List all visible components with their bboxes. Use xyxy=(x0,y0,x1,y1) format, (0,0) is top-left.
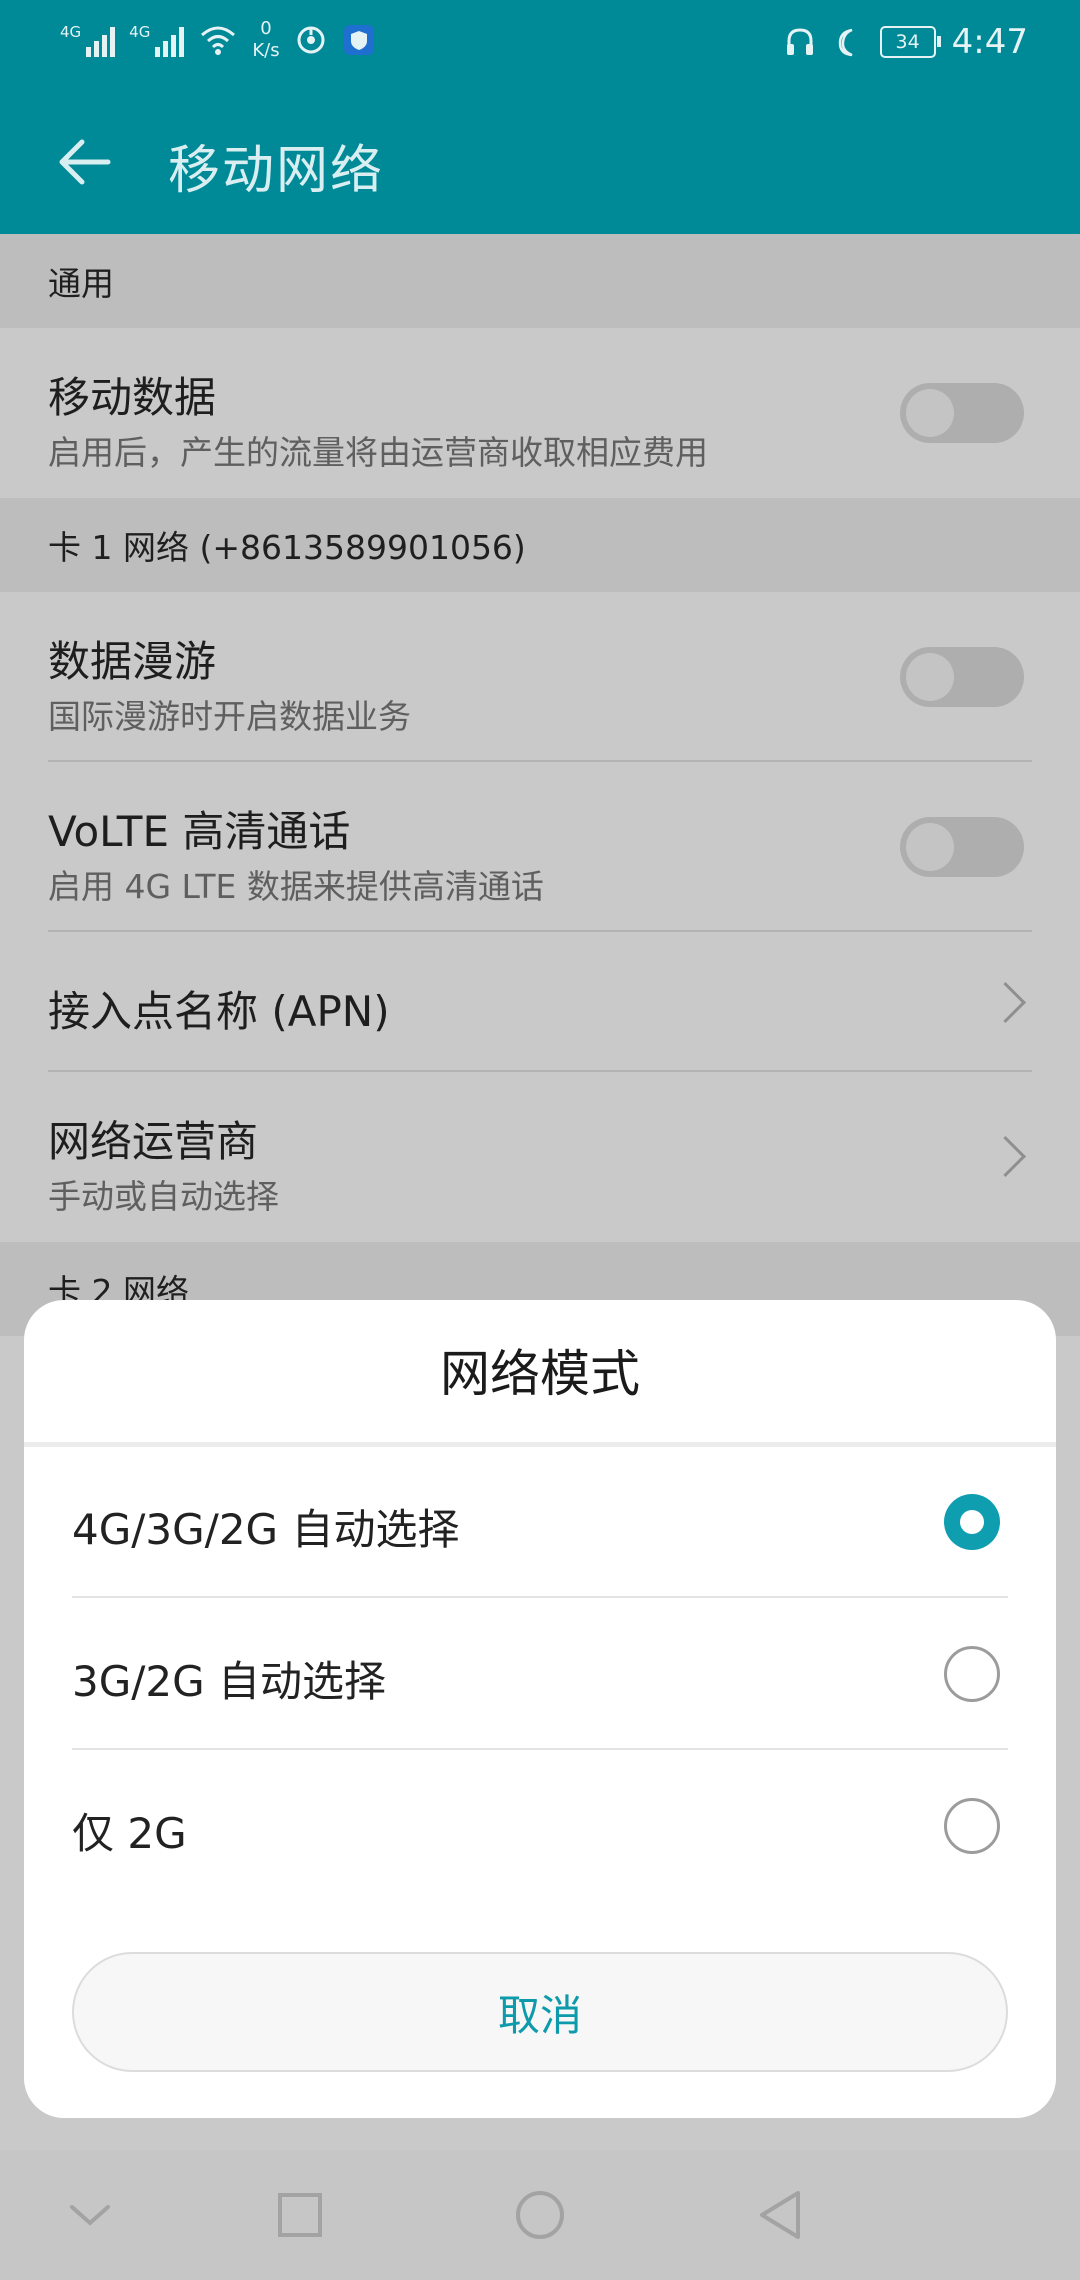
network-speed: 0 K/s xyxy=(252,18,280,61)
signal-icon-sim2: 4G xyxy=(129,23,185,57)
data-roaming-item[interactable]: 数据漫游 国际漫游时开启数据业务 xyxy=(0,592,1080,762)
mobile-data-toggle[interactable] xyxy=(900,383,1024,443)
shield-icon xyxy=(343,25,374,55)
settings-list: 通用 移动数据 启用后，产生的流量将由运营商收取相应费用 卡 1 网络 (+86… xyxy=(0,234,1080,1336)
divider xyxy=(72,1596,1008,1598)
dialog-title-divider xyxy=(24,1442,1056,1447)
headset-icon xyxy=(786,28,813,55)
network-operator-item[interactable]: 网络运营商 手动或自动选择 xyxy=(0,1072,1080,1242)
signal-icon-sim1: 4G xyxy=(60,23,116,57)
page-title: 移动网络 xyxy=(168,141,385,201)
clock: 4:47 xyxy=(951,22,1028,62)
mobile-data-item[interactable]: 移动数据 启用后，产生的流量将由运营商收取相应费用 xyxy=(0,328,1080,498)
status-bar: 4G 4G 0 K/s 34 4:47 xyxy=(0,0,1080,92)
volte-toggle[interactable] xyxy=(900,817,1024,877)
navigation-bar xyxy=(0,2150,1080,2280)
section-header-general: 通用 xyxy=(0,234,1080,328)
status-right: 34 4:47 xyxy=(784,22,1028,62)
cancel-button[interactable]: 取消 xyxy=(72,1952,1008,2072)
home-circle-icon[interactable] xyxy=(510,2185,570,2245)
radio-unselected[interactable] xyxy=(944,1798,1000,1854)
option-4g-3g-2g[interactable]: 4G/3G/2G 自动选择 xyxy=(72,1448,1008,1598)
back-triangle-icon[interactable] xyxy=(750,2185,810,2245)
apn-item[interactable]: 接入点名称 (APN) xyxy=(0,932,1080,1072)
recents-square-icon[interactable] xyxy=(270,2185,330,2245)
network-mode-dialog: 网络模式 4G/3G/2G 自动选择 3G/2G 自动选择 仅 2G 取消 xyxy=(24,1300,1056,2118)
item-title: 移动数据 xyxy=(48,373,217,422)
option-label: 3G/2G 自动选择 xyxy=(72,1657,387,1706)
item-subtitle: 手动或自动选择 xyxy=(48,1177,279,1216)
option-label: 4G/3G/2G 自动选择 xyxy=(72,1505,460,1554)
item-title: 接入点名称 (APN) xyxy=(48,987,390,1036)
option-label: 仅 2G xyxy=(72,1809,187,1858)
chevron-right-icon xyxy=(984,981,1027,1024)
status-left: 4G 4G 0 K/s xyxy=(60,18,376,62)
collapse-chevron-icon[interactable] xyxy=(60,2185,120,2245)
toolbar: 移动网络 xyxy=(0,92,1080,234)
app-notification-icon xyxy=(297,26,325,54)
section-header-card1: 卡 1 网络 (+8613589901056) xyxy=(0,498,1080,592)
option-3g-2g[interactable]: 3G/2G 自动选择 xyxy=(72,1600,1008,1750)
moon-icon xyxy=(838,28,853,57)
divider xyxy=(72,1748,1008,1750)
radio-selected[interactable] xyxy=(944,1494,1000,1550)
item-title: 数据漫游 xyxy=(48,637,217,686)
option-2g-only[interactable]: 仅 2G xyxy=(72,1752,1008,1902)
chevron-right-icon xyxy=(984,1135,1027,1178)
item-subtitle: 启用后，产生的流量将由运营商收取相应费用 xyxy=(48,433,708,472)
item-title: VoLTE 高清通话 xyxy=(48,807,351,856)
dialog-title: 网络模式 xyxy=(440,1345,640,1403)
radio-unselected[interactable] xyxy=(944,1646,1000,1702)
battery-icon: 34 xyxy=(879,26,941,58)
wifi-icon xyxy=(201,26,236,55)
data-roaming-toggle[interactable] xyxy=(900,647,1024,707)
back-arrow-icon[interactable] xyxy=(52,130,116,194)
item-subtitle: 国际漫游时开启数据业务 xyxy=(48,697,411,736)
volte-item[interactable]: VoLTE 高清通话 启用 4G LTE 数据来提供高清通话 xyxy=(0,762,1080,932)
item-subtitle: 启用 4G LTE 数据来提供高清通话 xyxy=(48,867,544,906)
item-title: 网络运营商 xyxy=(48,1117,259,1166)
